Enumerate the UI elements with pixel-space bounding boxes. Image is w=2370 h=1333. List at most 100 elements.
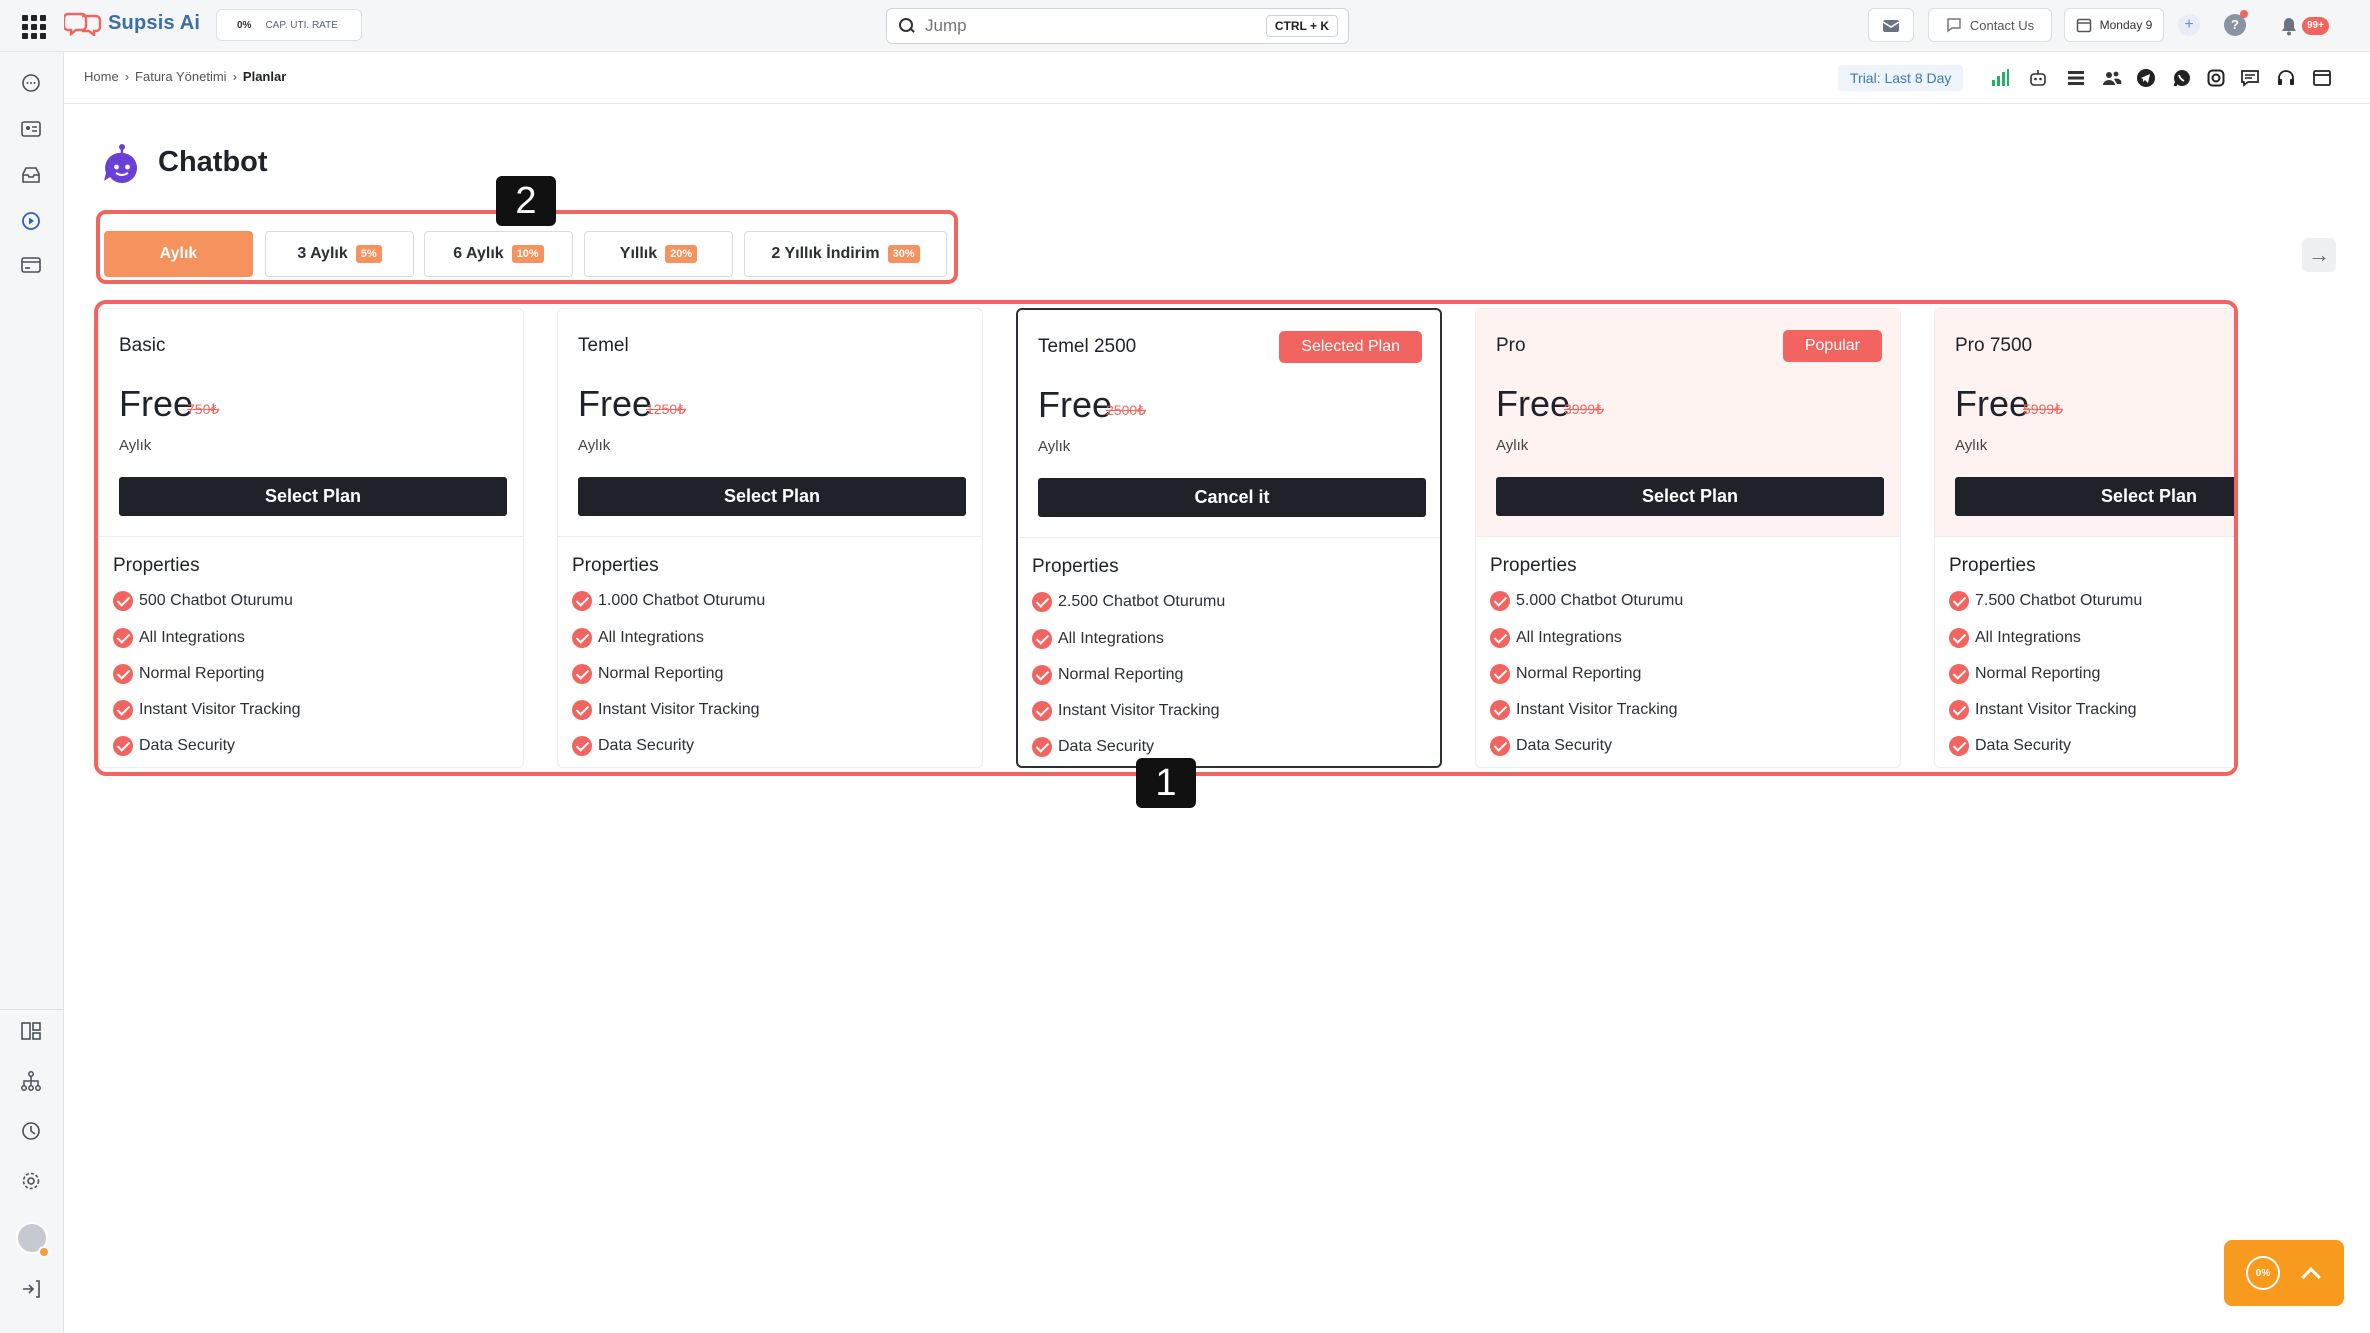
tab-2-yillik-indirim[interactable]: 2 Yıllık İndirim 30% <box>744 231 947 277</box>
plan-card-temel-2500: Temel 2500 Selected Plan Free 2500₺ Aylı… <box>1016 308 1442 768</box>
callout-badge-1: 1 <box>1136 758 1196 808</box>
feature-item: 5.000 Chatbot Oturumu <box>1490 591 1683 611</box>
list-icon[interactable] <box>2064 66 2088 90</box>
check-icon <box>1490 736 1510 756</box>
robot-icon[interactable] <box>2026 66 2050 90</box>
feature-label: Normal Reporting <box>1058 666 1184 683</box>
sidebar-inbox-icon[interactable] <box>18 162 44 188</box>
properties-title: Properties <box>572 555 659 576</box>
feature-item: Normal Reporting <box>1490 664 1641 684</box>
bell-icon[interactable] <box>2280 16 2298 36</box>
next-arrow-button[interactable]: → <box>2302 238 2336 272</box>
check-icon <box>1949 736 1969 756</box>
plan-card-basic: Basic Free 750₺ Aylık Select Plan Proper… <box>98 308 524 768</box>
feature-label: Data Security <box>1516 737 1613 754</box>
feature-item: All Integrations <box>1032 629 1164 649</box>
feature-label: Normal Reporting <box>139 665 265 682</box>
check-icon <box>1032 701 1052 721</box>
tab-3-aylik[interactable]: 3 Aylık 5% <box>265 231 414 277</box>
plan-period: Aylık <box>1038 438 1071 455</box>
breadcrumb-billing[interactable]: Fatura Yönetimi <box>135 69 227 84</box>
feature-item: Normal Reporting <box>572 664 723 684</box>
feature-item: All Integrations <box>113 628 245 648</box>
top-bar: Supsis Ai 0% CAP. UTI. RATE CTRL + K Con… <box>0 0 2370 52</box>
sidebar-chat-icon[interactable] <box>18 70 44 96</box>
plan-price: Free <box>1038 384 1113 425</box>
window-icon[interactable] <box>2310 66 2334 90</box>
select-plan-button[interactable]: Select Plan <box>119 477 507 516</box>
search-input[interactable] <box>925 16 1255 36</box>
feature-label: Data Security <box>1058 738 1155 755</box>
inbox-button[interactable] <box>1868 8 1914 42</box>
sidebar-logout-icon[interactable] <box>18 1276 44 1302</box>
check-icon <box>1949 700 1969 720</box>
sidebar-layout-icon[interactable] <box>18 1018 44 1044</box>
plan-name: Temel 2500 <box>1038 336 1137 357</box>
tab-aylik[interactable]: Aylık <box>104 231 253 277</box>
calendar-icon <box>2076 18 2091 33</box>
jump-search[interactable]: CTRL + K <box>886 8 1349 44</box>
tab-6-aylik[interactable]: 6 Aylık 10% <box>424 231 573 277</box>
headset-icon[interactable] <box>2274 66 2298 90</box>
tab-yillik[interactable]: Yıllık 20% <box>584 231 733 277</box>
feature-label: All Integrations <box>139 629 245 646</box>
feature-label: 2.500 Chatbot Oturumu <box>1058 593 1226 610</box>
select-plan-button[interactable]: Select Plan <box>1955 477 2234 516</box>
feature-label: Normal Reporting <box>1516 665 1642 682</box>
apps-grid-icon[interactable] <box>22 15 46 39</box>
signal-bars-icon[interactable] <box>1988 66 2012 90</box>
message-icon[interactable] <box>2238 66 2262 90</box>
tab-label: 6 Aylık <box>453 245 504 262</box>
plan-header: Basic Free 750₺ Aylık Select Plan <box>99 309 523 537</box>
page-header: Chatbot <box>100 140 268 184</box>
sidebar-divider <box>0 1009 64 1010</box>
tab-label: Aylık <box>159 245 198 262</box>
breadcrumb-current: Planlar <box>242 69 287 84</box>
left-sidebar <box>0 52 64 1333</box>
feature-label: Instant Visitor Tracking <box>598 701 760 718</box>
progress-ring: 0% <box>2246 1256 2280 1290</box>
contact-us-button[interactable]: Contact Us <box>1928 8 2052 42</box>
feature-label: Data Security <box>598 737 695 754</box>
feature-label: All Integrations <box>1058 630 1164 647</box>
check-icon <box>1949 628 1969 648</box>
plan-header: Temel 2500 Selected Plan Free 2500₺ Aylı… <box>1018 310 1440 538</box>
feature-item: Data Security <box>572 736 694 756</box>
progress-widget[interactable]: 0% <box>2224 1240 2344 1306</box>
cap-utilization-rate[interactable]: 0% CAP. UTI. RATE <box>216 9 362 41</box>
sidebar-billing-icon[interactable] <box>18 252 44 278</box>
whatsapp-icon[interactable] <box>2170 66 2194 90</box>
instagram-icon[interactable] <box>2204 66 2228 90</box>
sidebar-chatbot-icon[interactable] <box>18 208 44 234</box>
app-logo[interactable]: Supsis Ai <box>62 10 200 38</box>
feature-item: Normal Reporting <box>113 664 264 684</box>
calendar-button[interactable]: Monday 9 <box>2064 8 2164 42</box>
sidebar-clock-icon[interactable] <box>18 1118 44 1144</box>
properties-title: Properties <box>1490 555 1577 576</box>
plan-name: Pro 7500 <box>1955 335 2033 356</box>
breadcrumb-bar: Home › Fatura Yönetimi › Planlar Trial: La… <box>64 52 2370 104</box>
breadcrumb-home[interactable]: Home <box>84 69 119 84</box>
plan-period: Aylık <box>119 437 152 454</box>
users-icon[interactable] <box>2100 66 2124 90</box>
sidebar-hierarchy-icon[interactable] <box>18 1068 44 1094</box>
sidebar-contacts-icon[interactable] <box>18 116 44 142</box>
feature-item: Instant Visitor Tracking <box>1490 700 1678 720</box>
feature-item: Instant Visitor Tracking <box>572 700 760 720</box>
selected-plan-badge: Selected Plan <box>1279 331 1422 363</box>
select-plan-button[interactable]: Select Plan <box>578 477 966 516</box>
contact-us-label: Contact Us <box>1969 17 2035 33</box>
feature-label: 7.500 Chatbot Oturumu <box>1975 592 2143 609</box>
select-plan-button[interactable]: Select Plan <box>1496 477 1884 516</box>
feature-label: Normal Reporting <box>598 665 724 682</box>
properties-title: Properties <box>1949 555 2036 576</box>
feature-label: Instant Visitor Tracking <box>1975 701 2137 718</box>
cancel-plan-button[interactable]: Cancel it <box>1038 478 1426 517</box>
feature-item: Data Security <box>1949 736 2071 756</box>
sidebar-settings-gear-icon[interactable] <box>18 1168 44 1194</box>
check-icon <box>1490 628 1510 648</box>
add-icon[interactable]: + <box>2178 14 2200 36</box>
feature-label: Instant Visitor Tracking <box>139 701 301 718</box>
check-icon <box>1949 664 1969 684</box>
telegram-icon[interactable] <box>2134 66 2158 90</box>
